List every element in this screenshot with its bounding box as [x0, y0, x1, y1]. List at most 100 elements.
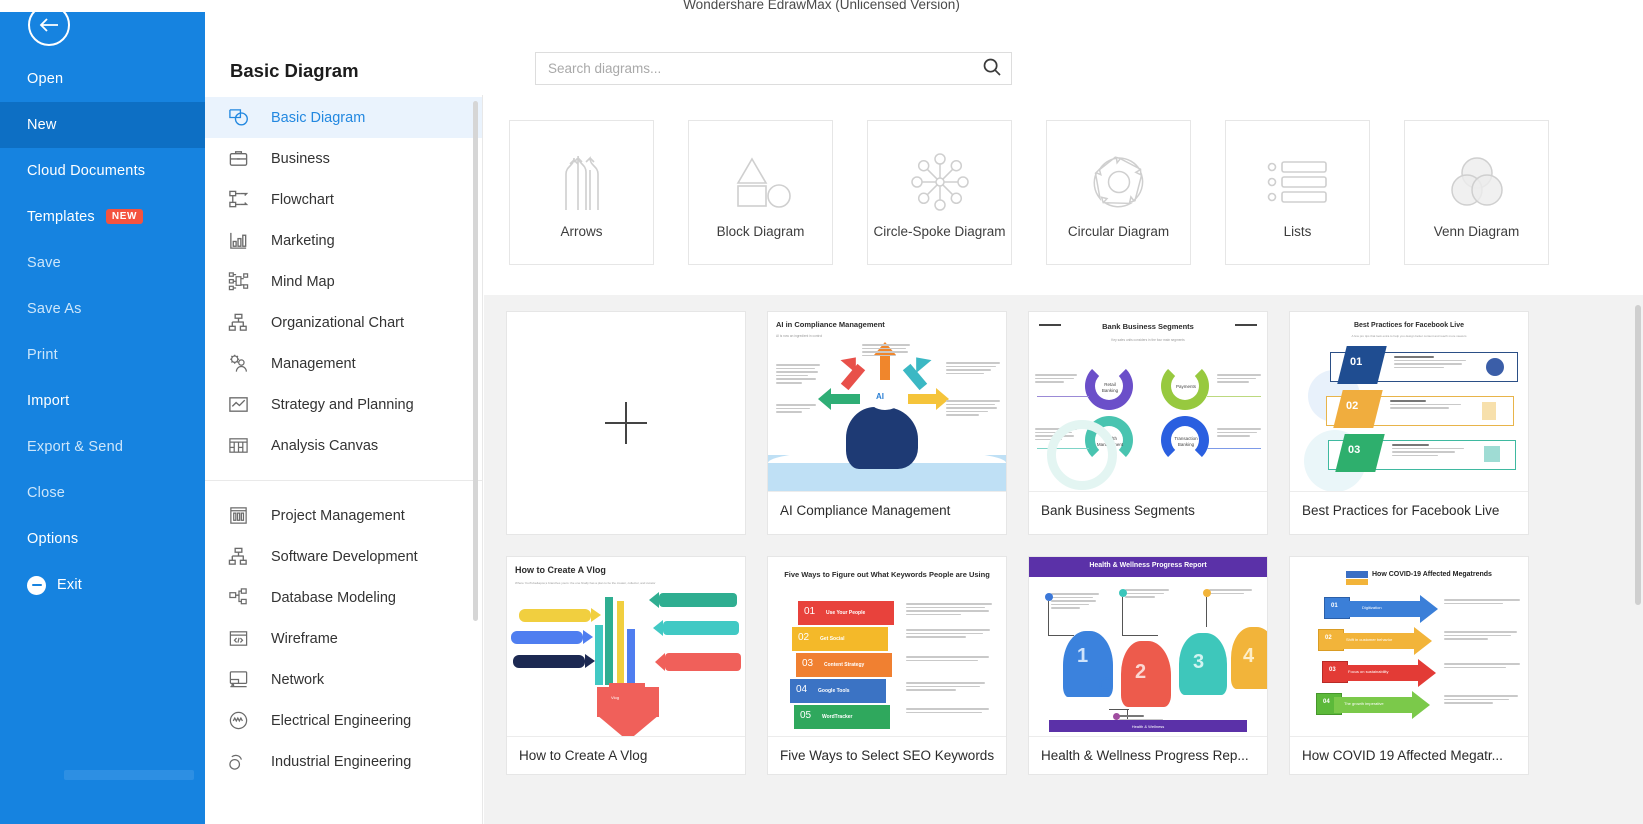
- rail-item-exit[interactable]: Exit: [0, 562, 205, 608]
- category-item-wireframe[interactable]: Wireframe: [205, 618, 482, 659]
- template-card-health-wellness-progress-report[interactable]: Health & Wellness Progress Report 1 2 3 …: [1028, 556, 1268, 775]
- category-group-primary: Basic Diagram Business Flowchart Marketi…: [205, 95, 482, 466]
- template-name: AI Compliance Management: [780, 503, 951, 518]
- rail-item-label: Open: [27, 71, 64, 87]
- diagram-type-label: Circular Diagram: [1067, 224, 1170, 239]
- template-thumbnail: Bank Business Segments Key sales units c…: [1029, 312, 1267, 492]
- rail-item-label: Save As: [27, 301, 82, 317]
- template-card-how-covid-19-affected-megatrends[interactable]: How COVID-19 Affected Megatrends 01 Digi…: [1289, 556, 1529, 775]
- step-number: 02: [798, 632, 810, 643]
- category-item-software-development[interactable]: Software Development: [205, 536, 482, 577]
- category-label: Analysis Canvas: [271, 437, 379, 454]
- category-label: Database Modeling: [271, 589, 396, 606]
- rail-item-options[interactable]: Options: [0, 516, 205, 562]
- step-number: 04: [796, 684, 808, 695]
- database-nodes-icon: [223, 585, 253, 611]
- templates-row-1: AI in Compliance Management AI is now an…: [506, 311, 1643, 535]
- category-item-industrial-engineering[interactable]: Industrial Engineering: [205, 741, 482, 782]
- category-scrollbar[interactable]: [473, 101, 478, 621]
- category-item-electrical-engineering[interactable]: Electrical Engineering: [205, 700, 482, 741]
- rail-item-close[interactable]: Close: [0, 470, 205, 516]
- diagram-type-block-diagram[interactable]: Block Diagram: [688, 120, 833, 265]
- templates-row-2: How to Create A Vlog Where YouTube&apos;…: [506, 556, 1643, 775]
- template-thumbnail: How to Create A Vlog Where YouTube&apos;…: [507, 557, 745, 737]
- hierarchy-icon: [223, 544, 253, 570]
- rail-item-label: Templates: [27, 209, 95, 225]
- wireframe-code-icon: [223, 626, 253, 652]
- category-sidebar: Basic Diagram Business Flowchart Marketi…: [205, 95, 483, 824]
- diagram-type-label: Venn Diagram: [1433, 224, 1520, 239]
- thumb-subtitle: Where YouTube&apos;s branches yours: the…: [515, 581, 656, 585]
- thumb-subtitle: A few pro tips that look extra to help y…: [1351, 334, 1467, 338]
- category-item-marketing[interactable]: Marketing: [205, 220, 482, 261]
- template-card-best-practices-facebook-live[interactable]: Best Practices for Facebook Live A few p…: [1289, 311, 1529, 535]
- step-label: Get Social: [820, 636, 845, 642]
- rail-item-label: New: [27, 117, 57, 133]
- step-number: 01: [1350, 356, 1363, 368]
- step-number: 02: [1325, 635, 1332, 641]
- page-title: Basic Diagram: [230, 60, 359, 81]
- rail-item-open[interactable]: Open: [0, 56, 205, 102]
- content-scrollbar[interactable]: [1635, 305, 1641, 605]
- rail-item-export-and-send[interactable]: Export & Send: [0, 424, 205, 470]
- lists-icon: [1266, 146, 1330, 218]
- rail-item-save[interactable]: Save: [0, 240, 205, 286]
- template-card-bank-business-segments[interactable]: Bank Business Segments Key sales units c…: [1028, 311, 1268, 535]
- diagram-type-arrows[interactable]: Arrows: [509, 120, 654, 265]
- template-card-how-to-create-a-vlog[interactable]: How to Create A Vlog Where YouTube&apos;…: [506, 556, 746, 775]
- exit-icon: [27, 575, 46, 595]
- category-item-analysis-canvas[interactable]: Analysis Canvas: [205, 425, 482, 466]
- template-card-five-ways-select-seo-keywords[interactable]: Five Ways to Figure out What Keywords Pe…: [767, 556, 1007, 775]
- template-name: Five Ways to Select SEO Keywords: [780, 748, 995, 763]
- diagram-type-label: Circle-Spoke Diagram: [873, 224, 1006, 239]
- bar-chart-icon: [223, 228, 253, 254]
- backstage-menu: Open New Cloud Documents Templates NEW S…: [0, 56, 205, 608]
- template-name: Bank Business Segments: [1041, 503, 1195, 518]
- category-item-organizational-chart[interactable]: Organizational Chart: [205, 302, 482, 343]
- category-item-mind-map[interactable]: Mind Map: [205, 261, 482, 302]
- template-thumbnail: Health & Wellness Progress Report 1 2 3 …: [1029, 557, 1267, 737]
- rail-item-label: Import: [27, 393, 70, 409]
- org-chart-icon: [223, 310, 253, 336]
- thumb-title: How to Create A Vlog: [515, 565, 606, 575]
- category-item-project-management[interactable]: Project Management: [205, 495, 482, 536]
- waveform-circle-icon: [223, 708, 253, 734]
- diagram-type-label: Arrows: [560, 224, 603, 239]
- diagram-type-circular-diagram[interactable]: Circular Diagram: [1046, 120, 1191, 265]
- category-item-network[interactable]: Network: [205, 659, 482, 700]
- category-item-flowchart[interactable]: Flowchart: [205, 179, 482, 220]
- rail-item-save-as[interactable]: Save As: [0, 286, 205, 332]
- rail-item-label: Print: [27, 347, 58, 363]
- category-item-business[interactable]: Business: [205, 138, 482, 179]
- rail-item-cloud-documents[interactable]: Cloud Documents: [0, 148, 205, 194]
- templates-grid: AI in Compliance Management AI is now an…: [484, 295, 1643, 824]
- template-card-ai-compliance-management[interactable]: AI in Compliance Management AI is now an…: [767, 311, 1007, 535]
- diagram-types-row: Arrows Block Diagram Circle-Spoke Diagra…: [484, 95, 1643, 265]
- step-number: 01: [804, 606, 816, 617]
- rail-item-new[interactable]: New: [0, 102, 205, 148]
- thumb-title: How COVID-19 Affected Megatrends: [1372, 571, 1492, 578]
- rail-item-print[interactable]: Print: [0, 332, 205, 378]
- template-card-blank-drawing[interactable]: [506, 311, 746, 535]
- category-group-secondary: Project Management Software Development: [205, 493, 482, 782]
- category-item-database-modeling[interactable]: Database Modeling: [205, 577, 482, 618]
- rail-item-templates[interactable]: Templates NEW: [0, 194, 205, 240]
- step-number: 1: [1077, 645, 1089, 667]
- category-label: Project Management: [271, 507, 405, 524]
- category-label: Mind Map: [271, 273, 335, 290]
- category-label: Network: [271, 671, 325, 688]
- category-label: Wireframe: [271, 630, 338, 647]
- step-number: 05: [800, 710, 812, 721]
- category-item-basic-diagram[interactable]: Basic Diagram: [205, 97, 482, 138]
- thumb-title: Bank Business Segments: [1102, 322, 1194, 331]
- diagram-type-circle-spoke-diagram[interactable]: Circle-Spoke Diagram: [867, 120, 1012, 265]
- category-item-management[interactable]: Management: [205, 343, 482, 384]
- mind-map-icon: [223, 269, 253, 295]
- rail-item-import[interactable]: Import: [0, 378, 205, 424]
- search-input[interactable]: [536, 53, 973, 84]
- search-button[interactable]: [973, 53, 1011, 84]
- diagram-type-lists[interactable]: Lists: [1225, 120, 1370, 265]
- category-item-strategy-and-planning[interactable]: Strategy and Planning: [205, 384, 482, 425]
- network-devices-icon: [223, 667, 253, 693]
- diagram-type-venn-diagram[interactable]: Venn Diagram: [1404, 120, 1549, 265]
